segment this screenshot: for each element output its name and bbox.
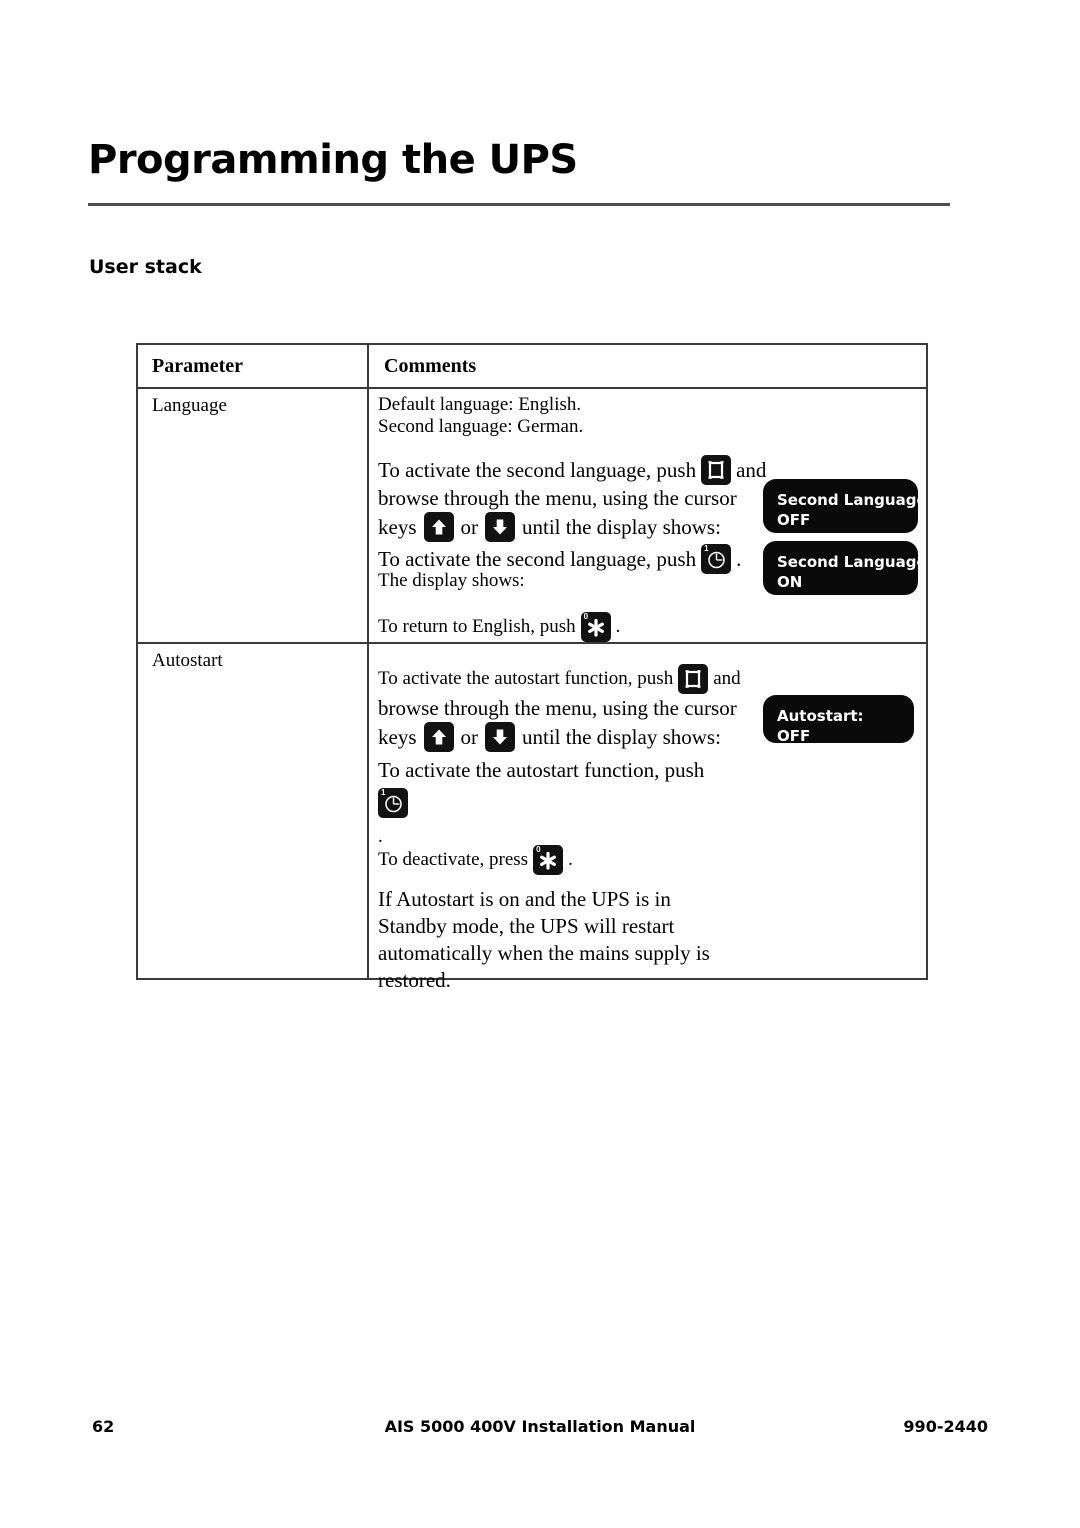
autostart-deactivate-prefix: To deactivate, press xyxy=(378,849,529,870)
autostart-activate-prefix: To activate the autostart function, push xyxy=(378,668,674,689)
language-default-line: Default language: English. xyxy=(378,394,582,415)
lcd-line-1: Autostart: xyxy=(777,707,864,725)
autostart-browse-block: browse through the menu, using the curso… xyxy=(378,695,737,752)
lcd-second-language-off: Second Language: OFF xyxy=(763,479,933,533)
language-push-clock-prefix: To activate the second language, push xyxy=(378,546,697,571)
lcd-line-1: Second Language: xyxy=(777,491,933,509)
menu-frame-icon[interactable] xyxy=(678,664,709,694)
cursor-up-icon[interactable] xyxy=(423,722,454,752)
autostart-keys-line: keys or until the display shows: xyxy=(378,722,737,752)
language-activate-line: To activate the second language, push an… xyxy=(378,455,766,485)
autostart-clock-key-wrap: 1 xyxy=(378,788,408,818)
table-header-comments: Comments xyxy=(384,355,477,377)
autostart-push-clock-block: To activate the autostart function, push xyxy=(378,757,704,784)
language-return-block: To return to English, push 0 . xyxy=(378,612,620,642)
language-until-label: until the display shows: xyxy=(522,514,721,539)
table-row-divider xyxy=(138,642,926,644)
footer-document-code: 990-2440 xyxy=(903,1417,988,1436)
star-asterisk-icon[interactable]: 0 xyxy=(580,612,611,642)
title-divider-rule xyxy=(88,203,950,206)
language-activate-prefix: To activate the second language, push xyxy=(378,457,697,482)
table-header-divider xyxy=(138,387,926,389)
language-push-clock-suffix: . xyxy=(736,546,742,571)
language-return-prefix: To return to English, push xyxy=(378,616,576,637)
language-keys-label: keys xyxy=(378,514,417,539)
star-key-digit: 0 xyxy=(583,612,589,621)
cursor-up-icon[interactable] xyxy=(423,512,454,542)
autostart-note-line-2: Standby mode, the UPS will restart xyxy=(378,914,675,938)
language-display-shows-block: The display shows: xyxy=(378,570,525,592)
autostart-deactivate-line: To deactivate, press 0 . xyxy=(378,845,573,875)
autostart-or-label: or xyxy=(460,724,479,749)
user-stack-table: Parameter Comments Language Default lang… xyxy=(136,343,928,992)
clock-power-icon[interactable]: 1 xyxy=(378,788,408,818)
clock-power-icon[interactable]: 1 xyxy=(701,544,732,574)
table-cell-parameter-autostart: Autostart xyxy=(152,650,223,671)
lcd-line-1: Second Language: xyxy=(777,553,933,571)
lcd-line-2: OFF xyxy=(777,727,811,745)
table-column-divider xyxy=(367,345,369,978)
language-return-line: To return to English, push 0 . xyxy=(378,612,620,642)
autostart-note-line-1: If Autostart is on and the UPS is in xyxy=(378,887,671,911)
language-display-shows-line: The display shows: xyxy=(378,570,525,591)
autostart-deactivate-block: To deactivate, press 0 . xyxy=(378,845,573,875)
cursor-down-icon[interactable] xyxy=(485,512,515,542)
language-activate-suffix: and xyxy=(736,457,767,482)
table-cell-parameter-language: Language xyxy=(152,395,227,416)
lcd-line-2: ON xyxy=(777,573,803,591)
lcd-autostart-off: Autostart: OFF xyxy=(763,695,914,745)
autostart-activate-block: To activate the autostart function, push… xyxy=(378,664,741,694)
section-title: User stack xyxy=(89,256,202,278)
autostart-note-block: If Autostart is on and the UPS is in Sta… xyxy=(378,886,710,994)
table-header-parameter: Parameter xyxy=(152,355,244,377)
lcd-second-language-on: Second Language: ON xyxy=(763,541,933,595)
page-title: Programming the UPS xyxy=(88,137,578,183)
lcd-line-2: OFF xyxy=(777,511,811,529)
autostart-browse-line: browse through the menu, using the curso… xyxy=(378,696,737,720)
language-or-label: or xyxy=(460,514,479,539)
autostart-until-label: until the display shows: xyxy=(522,724,721,749)
clock-key-digit: 1 xyxy=(704,544,709,553)
autostart-note-line-4: restored. xyxy=(378,968,451,992)
language-second-line: Second language: German. xyxy=(378,416,584,437)
language-activate-block: To activate the second language, push an… xyxy=(378,455,766,542)
autostart-note-line-3: automatically when the mains supply is xyxy=(378,941,710,965)
menu-frame-icon[interactable] xyxy=(701,455,732,485)
language-default-block: Default language: English. Second langua… xyxy=(378,394,583,438)
autostart-keys-label: keys xyxy=(378,724,417,749)
clock-key-digit: 1 xyxy=(381,788,386,797)
cursor-down-icon[interactable] xyxy=(485,722,515,752)
autostart-push-clock-line: To activate the autostart function, push xyxy=(378,758,705,782)
autostart-activate-line: To activate the autostart function, push… xyxy=(378,664,741,694)
star-key-digit: 0 xyxy=(536,845,541,854)
document-page: Programming the UPS User stack Parameter… xyxy=(0,0,1080,1528)
star-asterisk-icon[interactable]: 0 xyxy=(533,845,564,875)
